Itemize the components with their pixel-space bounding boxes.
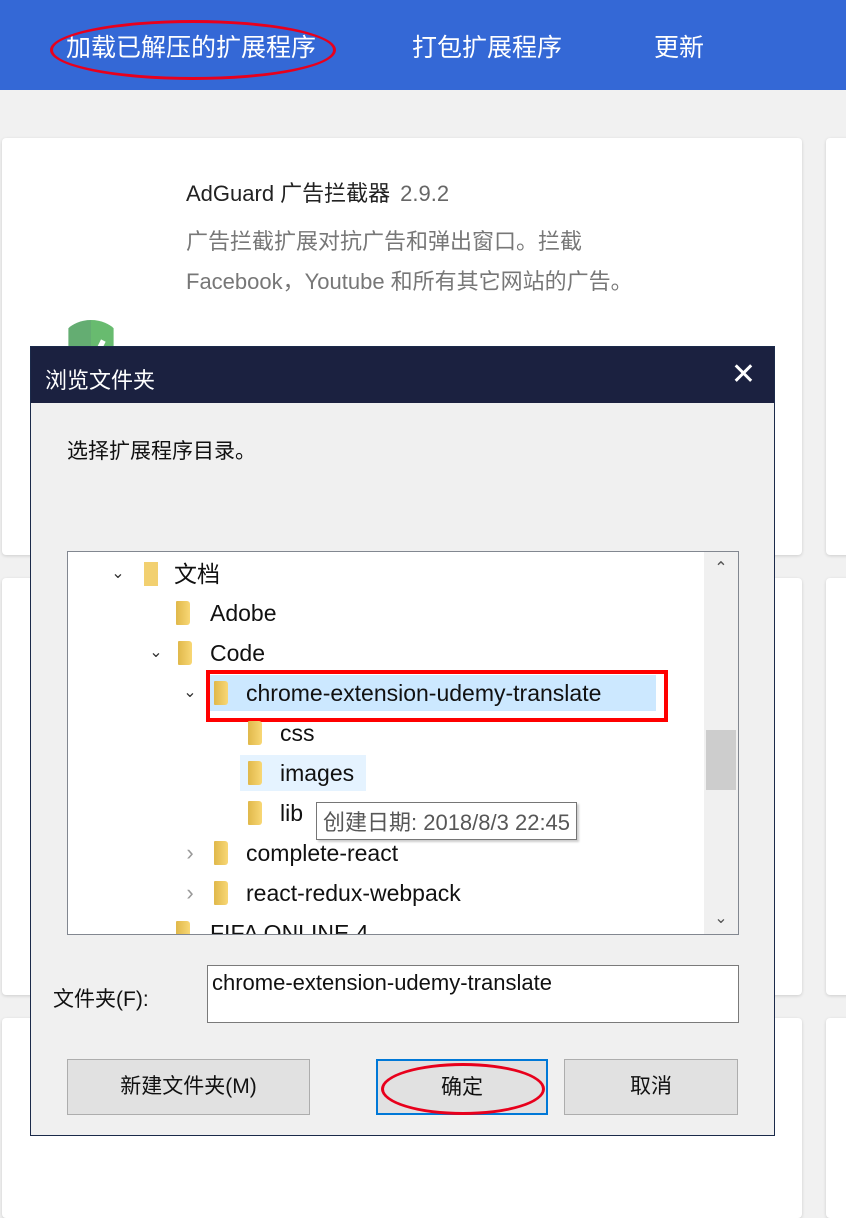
dialog-title: 浏览文件夹 bbox=[31, 347, 774, 403]
pack-extension-button[interactable]: 打包扩展程序 bbox=[412, 28, 562, 64]
scroll-down-icon[interactable]: ⌄ bbox=[704, 908, 738, 928]
chevron-down-icon[interactable]: ⌄ bbox=[146, 635, 166, 671]
folder-icon bbox=[214, 881, 228, 905]
extension-card bbox=[826, 138, 846, 555]
highlight-oval bbox=[381, 1063, 545, 1115]
extension-description: 广告拦截扩展对抗广告和弹出窗口。拦截 Facebook，Youtube 和所有其… bbox=[186, 229, 633, 294]
folder-label: 文件夹(F): bbox=[53, 988, 149, 1011]
tree-label: complete-react bbox=[246, 840, 399, 866]
update-button[interactable]: 更新 bbox=[654, 28, 704, 64]
scroll-up-icon[interactable]: ⌃ bbox=[704, 558, 738, 578]
folder-tree[interactable]: ⌄ 文档 Adobe ⌄ Code ⌄ chrome-extension-udemy-… bbox=[67, 551, 739, 935]
chevron-down-icon[interactable]: ⌄ bbox=[108, 556, 128, 592]
chevron-right-icon[interactable]: › bbox=[180, 875, 200, 911]
chevron-right-icon[interactable]: › bbox=[180, 835, 200, 871]
extension-card bbox=[826, 578, 846, 995]
top-toolbar: 加载已解压的扩展程序 打包扩展程序 更新 bbox=[0, 0, 846, 90]
extension-version: 2.9.2 bbox=[400, 181, 450, 206]
folder-input[interactable]: chrome-extension-udemy-translate bbox=[207, 965, 739, 1023]
folder-icon bbox=[248, 801, 262, 825]
highlight-oval bbox=[50, 20, 336, 80]
tree-label: images bbox=[280, 760, 355, 786]
highlight-box bbox=[206, 670, 668, 722]
folder-icon bbox=[248, 721, 262, 745]
browse-folder-dialog: 浏览文件夹 ✕ 选择扩展程序目录。 ⌄ 文档 Adobe ⌄ Code ⌄ chrom… bbox=[30, 346, 775, 1136]
tooltip: 创建日期: 2018/8/3 22:45 bbox=[316, 802, 578, 840]
folder-icon bbox=[248, 761, 262, 785]
folder-icon bbox=[176, 601, 190, 625]
folder-icon bbox=[214, 841, 228, 865]
folder-icon bbox=[176, 921, 190, 934]
tree-label: react-redux-webpack bbox=[246, 880, 461, 906]
scrollbar-thumb[interactable] bbox=[706, 730, 736, 790]
tree-label: 文档 bbox=[174, 561, 220, 587]
tree-scrollbar[interactable]: ⌃ ⌄ bbox=[704, 552, 738, 934]
chevron-down-icon[interactable]: ⌄ bbox=[180, 675, 200, 711]
extension-title: AdGuard 广告拦截器 bbox=[186, 181, 391, 206]
tree-item-images[interactable]: images bbox=[240, 755, 366, 791]
cancel-button[interactable]: 取消 bbox=[564, 1059, 738, 1115]
tree-label: lib bbox=[280, 800, 304, 826]
extension-name: AdGuard 广告拦截器 2.9.2 bbox=[186, 176, 449, 208]
tree-label: Adobe bbox=[210, 600, 277, 626]
dialog-prompt: 选择扩展程序目录。 bbox=[67, 440, 256, 463]
extension-card bbox=[826, 1018, 846, 1218]
tree-label: FIFA ONLINE 4 bbox=[210, 920, 369, 935]
tree-label: Code bbox=[210, 640, 265, 666]
tree-label: css bbox=[280, 720, 315, 746]
folder-icon bbox=[178, 641, 192, 665]
new-folder-button[interactable]: 新建文件夹(M) bbox=[67, 1059, 310, 1115]
documents-folder-icon bbox=[144, 562, 158, 586]
close-icon[interactable]: ✕ bbox=[731, 357, 756, 392]
